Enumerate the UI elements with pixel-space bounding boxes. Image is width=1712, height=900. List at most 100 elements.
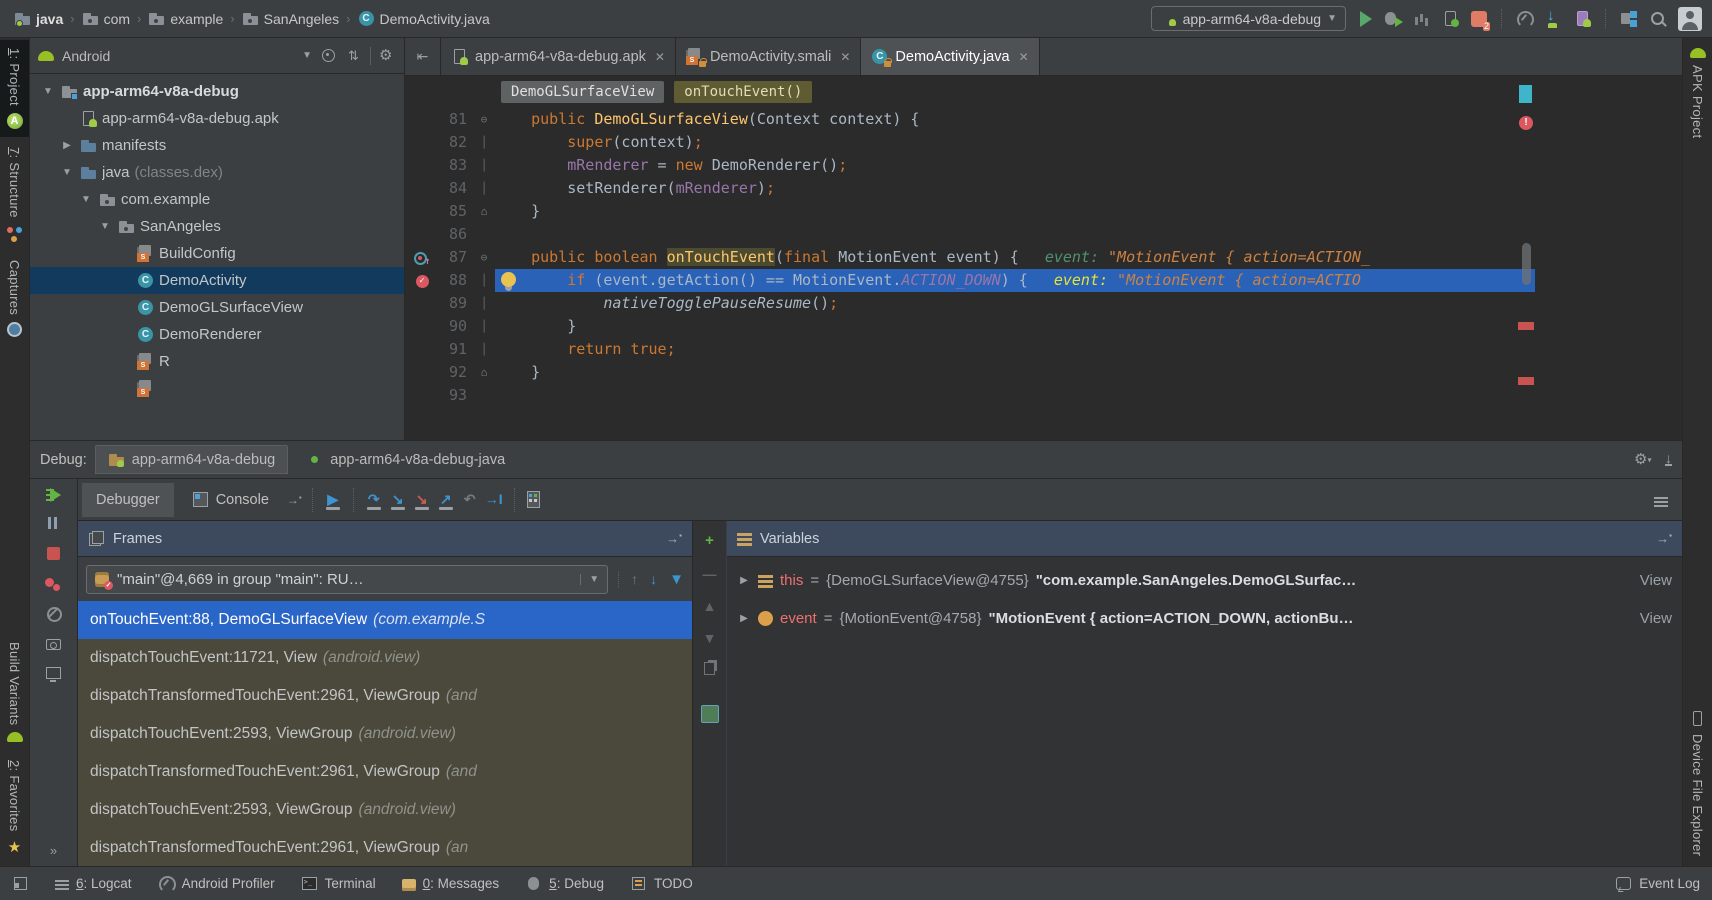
step-out-icon[interactable]: ↗ [436,490,456,510]
statusbar-item-5-debug[interactable]: 5: Debug [525,875,604,892]
line-number[interactable]: 90 [439,315,473,338]
breadcrumb-item[interactable]: com [78,8,134,29]
stop-process-icon[interactable] [47,547,60,560]
hide-panel-icon[interactable]: ⇤ [405,38,441,75]
stripe-button-apk-project[interactable]: APK Project [1683,40,1712,146]
breadcrumb-chip[interactable]: DemoGLSurfaceView [501,81,664,103]
debug-session-tab[interactable]: app-arm64-v8a-debug-java [294,446,517,473]
step-over-icon[interactable]: ↷ [364,490,384,510]
line-number[interactable]: 92 [439,361,473,384]
show-execution-point-icon[interactable]: ▶ [323,490,343,510]
expander-icon[interactable]: ▶ [737,575,751,586]
toolwindow-switcher-icon[interactable] [12,875,29,892]
stack-frame[interactable]: onTouchEvent:88, DemoGLSurfaceView(com.e… [78,601,692,639]
code-line-92[interactable]: 92⌂ } [405,361,1535,384]
stack-frame[interactable]: dispatchTransformedTouchEvent:2961, View… [78,753,692,791]
expander-icon[interactable]: ▶ [737,613,751,624]
code-line-89[interactable]: 89│ nativeTogglePauseResume(); [405,292,1535,315]
stack-frame[interactable]: dispatchTouchEvent:2593, ViewGroup(andro… [78,715,692,753]
stripe-button-7-structure[interactable]: 7: Structure [0,139,29,250]
show-watches-icon[interactable] [701,705,719,723]
fold-marker-icon[interactable]: │ [473,315,495,338]
tree-item-demorenderer[interactable]: CDemoRenderer [30,321,404,348]
tree-item-app-arm64-v8a-debug[interactable]: ▼app-arm64-v8a-debug [30,78,404,105]
variable-row-event[interactable]: ▶event = {MotionEvent@4758} "MotionEvent… [727,599,1682,637]
line-number[interactable]: 93 [439,384,473,407]
editor-tab-demoactivity-java[interactable]: CDemoActivity.java✕ [861,38,1039,75]
stripe-button-2-favorites[interactable]: 2: Favorites★ [0,752,29,864]
close-icon[interactable]: ✕ [840,50,850,64]
tree-item-manifests[interactable]: ▶manifests [30,132,404,159]
project-structure-icon[interactable] [1620,10,1637,27]
line-number[interactable]: 82 [439,131,473,154]
stripe-button-build-variants[interactable]: Build Variants [0,634,29,750]
breadcrumb-item[interactable]: example [144,8,227,29]
editor-scrollbar[interactable] [1522,243,1531,285]
fold-marker-icon[interactable]: ⌂ [473,200,495,223]
search-everywhere-icon[interactable] [1649,10,1666,27]
breakpoint-icon[interactable]: ✓ [416,275,429,288]
variable-row-this[interactable]: ▶this = {DemoGLSurfaceView@4755} "com.ex… [727,561,1682,599]
chevron-down-icon[interactable]: ▼ [302,50,312,61]
tree-expander-icon[interactable]: ▼ [59,167,75,178]
line-number[interactable]: 84 [439,177,473,200]
tree-item-r[interactable]: SR [30,348,404,375]
avd-manager-icon[interactable] [1574,10,1591,27]
close-icon[interactable]: ✕ [655,50,665,64]
more-actions-icon[interactable]: » [50,843,57,858]
line-number[interactable]: 91 [439,338,473,361]
fold-marker-icon[interactable]: │ [473,177,495,200]
attach-debugger-icon[interactable] [1442,10,1459,27]
pause-icon[interactable] [45,515,62,532]
code-line-91[interactable]: 91│ return true; [405,338,1535,361]
error-mark[interactable] [1518,322,1534,330]
tree-item-app-arm64-v8a-debug-apk[interactable]: app-arm64-v8a-debug.apk [30,105,404,132]
line-number[interactable]: 89 [439,292,473,315]
stripe-button-captures[interactable]: Captures [0,252,29,345]
stripe-button-1-project[interactable]: 1: ProjectA [0,40,29,137]
code-line-85[interactable]: 85⌂ } [405,200,1535,223]
statusbar-item-android-profiler[interactable]: Android Profiler [158,875,275,892]
stack-frame[interactable]: dispatchTouchEvent:11721, View(android.v… [78,639,692,677]
hide-variables-icon[interactable]: → [1656,531,1672,546]
statusbar-item-terminal[interactable]: Terminal [301,875,376,892]
line-number[interactable]: 83 [439,154,473,177]
fold-marker-icon[interactable]: ⊖ [473,246,495,269]
tree-item-buildconfig[interactable]: SBuildConfig [30,240,404,267]
errors-indicator-icon[interactable]: ! [1519,116,1533,130]
stack-frame[interactable]: dispatchTransformedTouchEvent:2961, View… [78,677,692,715]
stripe-button-device-file-explorer[interactable]: Device File Explorer [1683,702,1712,864]
project-view-selector[interactable]: Android [62,48,294,64]
hide-frames-icon[interactable]: → [666,531,682,546]
drop-frame-icon[interactable]: ↶ [460,490,480,510]
force-step-into-icon[interactable]: ↘ [412,490,432,510]
statusbar-item-event-log[interactable]: Event Log [1615,875,1700,892]
code-line-83[interactable]: 83│ mRenderer = new DemoRenderer(); [405,154,1535,177]
tree-expander-icon[interactable]: ▶ [59,140,75,151]
tree-item-java[interactable]: ▼java (classes.dex) [30,159,404,186]
filter-frames-icon[interactable]: ▼ [669,571,684,588]
evaluate-expression-icon[interactable] [525,491,542,508]
code-line-87[interactable]: ↑87⊖ public boolean onTouchEvent(final M… [405,246,1535,269]
fold-marker-icon[interactable]: │ [473,292,495,315]
tab-debugger[interactable]: Debugger [82,483,174,517]
error-mark[interactable] [1518,377,1534,385]
code-line-84[interactable]: 84│ setRenderer(mRenderer); [405,177,1535,200]
collapse-all-icon[interactable]: ⇅ [345,47,362,64]
tree-expander-icon[interactable]: ▼ [40,86,56,97]
locate-file-icon[interactable] [320,47,337,64]
tree-item-demoglsurfaceview[interactable]: CDemoGLSurfaceView [30,294,404,321]
statusbar-item-todo[interactable]: TODO [630,875,693,892]
code-line-90[interactable]: 90│ } [405,315,1535,338]
code-line-93[interactable]: 93 [405,384,1535,407]
resume-icon[interactable] [50,488,61,502]
next-frame-icon[interactable]: ↓ [650,571,657,587]
tree-item[interactable]: S [30,375,404,402]
step-into-icon[interactable]: ↘ [388,490,408,510]
user-avatar[interactable] [1678,7,1702,31]
fold-marker-icon[interactable]: │ [473,338,495,361]
android-profiler-icon[interactable] [1516,10,1533,27]
thread-selector[interactable]: ✓ "main"@4,669 in group "main": RU… ▼ [86,565,608,594]
line-number[interactable]: 85 [439,200,473,223]
tree-item-com-example[interactable]: ▼com.example [30,186,404,213]
